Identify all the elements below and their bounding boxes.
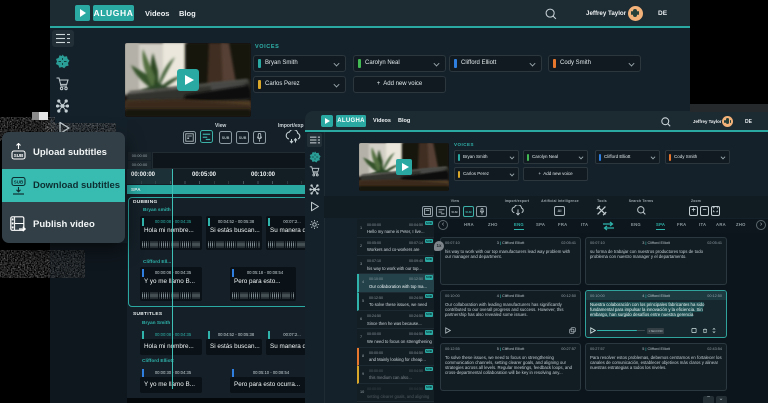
svg-text:SUB: SUB (14, 180, 24, 185)
svg-text:SUB: SUB (14, 153, 24, 158)
